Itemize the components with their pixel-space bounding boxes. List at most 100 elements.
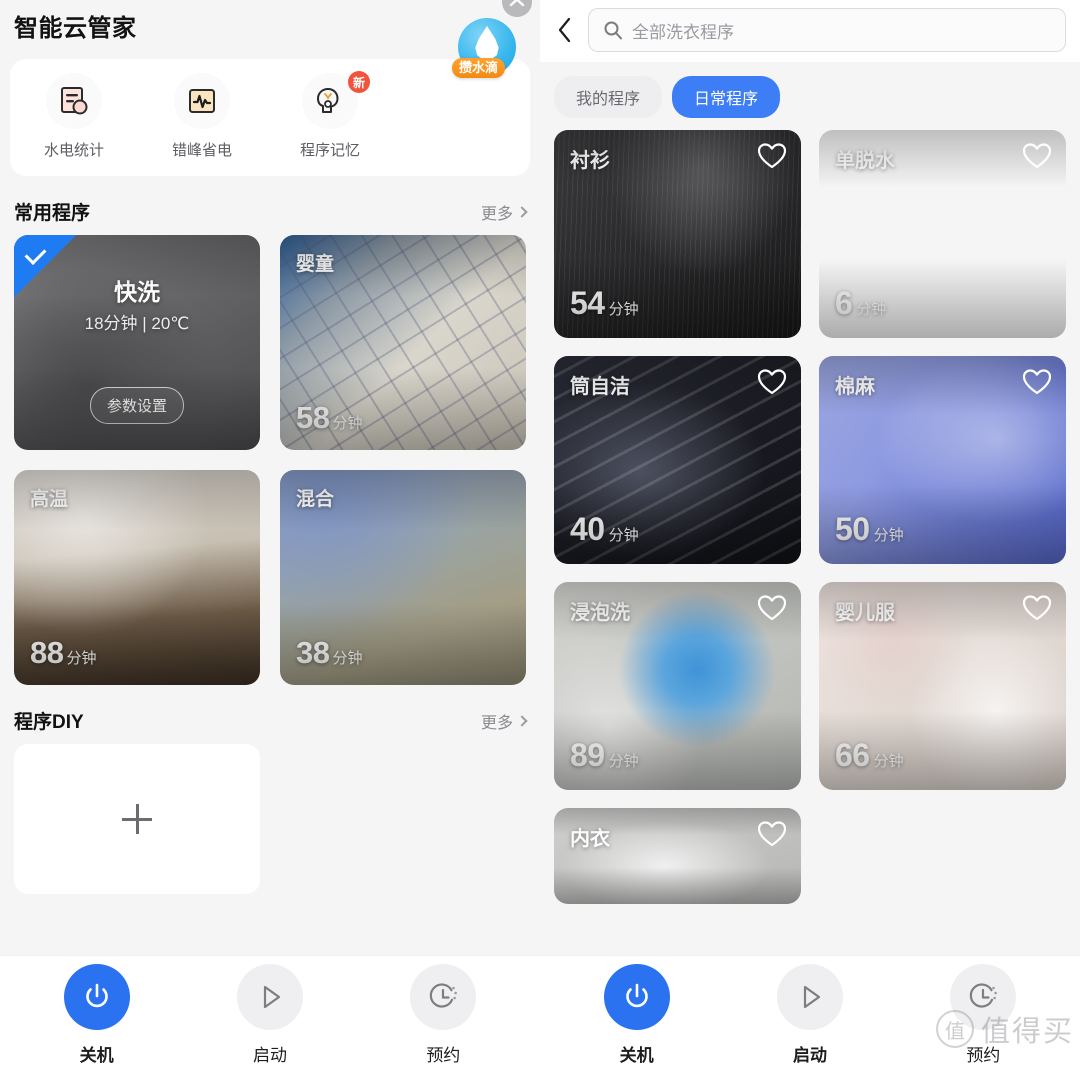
utility-stats-icon xyxy=(61,87,88,115)
brain-memory-icon xyxy=(317,88,339,113)
play-icon xyxy=(803,985,821,1009)
program-minutes: 38 xyxy=(296,635,330,670)
program-name: 婴儿服 xyxy=(835,602,895,624)
section-title: 常用程序 xyxy=(14,203,91,224)
favorite-heart-icon[interactable] xyxy=(757,820,787,848)
control-schedule[interactable]: 预约 xyxy=(410,964,477,1066)
section-header-common-programs: 常用程序 更多 xyxy=(0,176,540,235)
tab-daily-programs[interactable]: 日常程序 xyxy=(672,76,781,118)
program-minutes: 66 xyxy=(835,737,870,773)
daily-program-card-zijie[interactable]: 筒自洁 40 分钟 xyxy=(554,356,801,564)
chevron-right-icon xyxy=(516,205,528,218)
control-label: 关机 xyxy=(619,1046,654,1065)
daily-program-card-yinger[interactable]: 婴儿服 66 分钟 xyxy=(819,582,1066,790)
program-card-yingtong[interactable]: 婴童 58 分钟 xyxy=(280,235,526,450)
program-minutes: 40 xyxy=(570,511,605,547)
common-programs-grid: 快洗 18分钟 | 20℃ 参数设置 婴童 58 分钟 高温 88 分钟 混合 … xyxy=(0,235,540,685)
daily-program-card-mianma[interactable]: 棉麻 50 分钟 xyxy=(819,356,1066,564)
section-title: 程序DIY xyxy=(14,712,84,733)
program-unit: 分钟 xyxy=(66,650,97,667)
schedule-button-circle[interactable] xyxy=(410,964,477,1030)
power-icon xyxy=(85,983,108,1008)
program-card-gaowen[interactable]: 高温 88 分钟 xyxy=(14,470,260,685)
program-name: 混合 xyxy=(296,489,335,510)
control-start[interactable]: 启动 xyxy=(236,964,303,1066)
program-name: 浸泡洗 xyxy=(570,602,630,624)
search-input[interactable]: 全部洗衣程序 xyxy=(632,18,734,43)
play-icon xyxy=(263,985,281,1009)
daily-programs-grid: 衬衫 54 分钟 单脱水 6 分钟 筒自洁 40 分钟 棉麻 50 分钟 浸泡洗… xyxy=(540,130,1080,904)
favorite-heart-icon[interactable] xyxy=(1022,594,1052,622)
program-unit: 分钟 xyxy=(608,301,639,318)
control-start[interactable]: 启动 xyxy=(776,964,843,1066)
program-duration: 40 分钟 xyxy=(570,511,639,548)
schedule-button-circle[interactable] xyxy=(950,964,1017,1030)
program-name: 衬衫 xyxy=(570,150,610,172)
program-duration: 88 分钟 xyxy=(30,635,97,671)
program-minutes: 88 xyxy=(30,635,64,670)
program-duration: 89 分钟 xyxy=(570,737,639,774)
control-power[interactable]: 关机 xyxy=(603,964,670,1066)
new-badge: 新 xyxy=(348,71,370,93)
program-name: 内衣 xyxy=(570,828,610,850)
daily-program-card-jinpao[interactable]: 浸泡洗 89 分钟 xyxy=(554,582,801,790)
control-label: 启动 xyxy=(792,1046,827,1065)
program-unit: 分钟 xyxy=(608,753,639,770)
left-bottom-control-bar: 关机 启动 预约 xyxy=(0,955,540,1080)
control-schedule[interactable]: 预约 xyxy=(950,964,1017,1066)
favorite-heart-icon[interactable] xyxy=(1022,142,1052,170)
program-minutes: 6 xyxy=(835,285,853,321)
add-diy-program-button[interactable] xyxy=(14,744,260,894)
daily-program-card-chenshan[interactable]: 衬衫 54 分钟 xyxy=(554,130,801,338)
program-name: 高温 xyxy=(30,489,69,510)
favorite-heart-icon[interactable] xyxy=(1022,368,1052,396)
program-card-kuaixi[interactable]: 快洗 18分钟 | 20℃ 参数设置 xyxy=(14,235,260,450)
program-card-hunhe[interactable]: 混合 38 分钟 xyxy=(280,470,526,685)
program-unit: 分钟 xyxy=(856,301,887,318)
daily-program-card-neiyi[interactable]: 内衣 xyxy=(554,808,801,904)
favorite-heart-icon[interactable] xyxy=(757,368,787,396)
parameter-settings-button[interactable]: 参数设置 xyxy=(89,387,185,424)
favorite-heart-icon[interactable] xyxy=(757,142,787,170)
search-bar-row: 全部洗衣程序 xyxy=(540,0,1080,62)
left-scroll-area[interactable]: 智能云管家 攒水滴 水电统计 错峰省电 新 程序记忆 常用程序 更多 快洗 18… xyxy=(0,0,540,955)
control-power[interactable]: 关机 xyxy=(63,964,130,1066)
back-button[interactable] xyxy=(552,14,578,46)
program-unit: 分钟 xyxy=(332,650,363,667)
power-waveform-icon xyxy=(189,89,215,113)
control-label: 预约 xyxy=(966,1046,1001,1065)
start-button-circle[interactable] xyxy=(776,964,843,1030)
program-unit: 分钟 xyxy=(608,527,639,544)
power-button-circle[interactable] xyxy=(63,964,130,1030)
diy-row xyxy=(0,744,540,894)
power-icon xyxy=(625,983,648,1008)
section-more-button[interactable]: 更多 xyxy=(480,709,528,733)
quick-action-program-memory[interactable]: 新 程序记忆 xyxy=(266,71,394,160)
start-button-circle[interactable] xyxy=(236,964,303,1030)
program-duration: 58 分钟 xyxy=(296,400,363,436)
favorite-heart-icon[interactable] xyxy=(757,594,787,622)
quick-action-label: 水电统计 xyxy=(43,142,104,159)
search-input-wrapper[interactable]: 全部洗衣程序 xyxy=(588,8,1066,52)
right-panel: 全部洗衣程序 我的程序 日常程序 衬衫 54 分钟 单脱水 6 分钟 筒自洁 4… xyxy=(540,0,1080,1080)
program-minutes: 89 xyxy=(570,737,605,773)
right-scroll-area[interactable]: 全部洗衣程序 我的程序 日常程序 衬衫 54 分钟 单脱水 6 分钟 筒自洁 4… xyxy=(540,0,1080,955)
water-drop-badge[interactable]: 攒水滴 xyxy=(452,18,522,90)
quick-action-utility-stats[interactable]: 水电统计 xyxy=(10,73,138,160)
program-name: 婴童 xyxy=(296,254,335,275)
quick-action-peak-saving[interactable]: 错峰省电 xyxy=(138,73,266,160)
section-more-button[interactable]: 更多 xyxy=(480,200,528,224)
section-more-label: 更多 xyxy=(480,714,513,732)
program-tabs: 我的程序 日常程序 xyxy=(540,62,1080,130)
control-label: 预约 xyxy=(426,1046,461,1065)
timer-icon xyxy=(430,983,458,1008)
control-label: 关机 xyxy=(79,1046,114,1065)
left-panel: 智能云管家 攒水滴 水电统计 错峰省电 新 程序记忆 常用程序 更多 快洗 18… xyxy=(0,0,540,1080)
section-more-label: 更多 xyxy=(480,205,513,223)
power-button-circle[interactable] xyxy=(603,964,670,1030)
selected-check-icon xyxy=(14,235,76,297)
quick-action-label: 程序记忆 xyxy=(299,142,360,159)
daily-program-card-tuoshui[interactable]: 单脱水 6 分钟 xyxy=(819,130,1066,338)
quick-action-label: 错峰省电 xyxy=(171,142,232,159)
tab-my-programs[interactable]: 我的程序 xyxy=(554,76,663,118)
